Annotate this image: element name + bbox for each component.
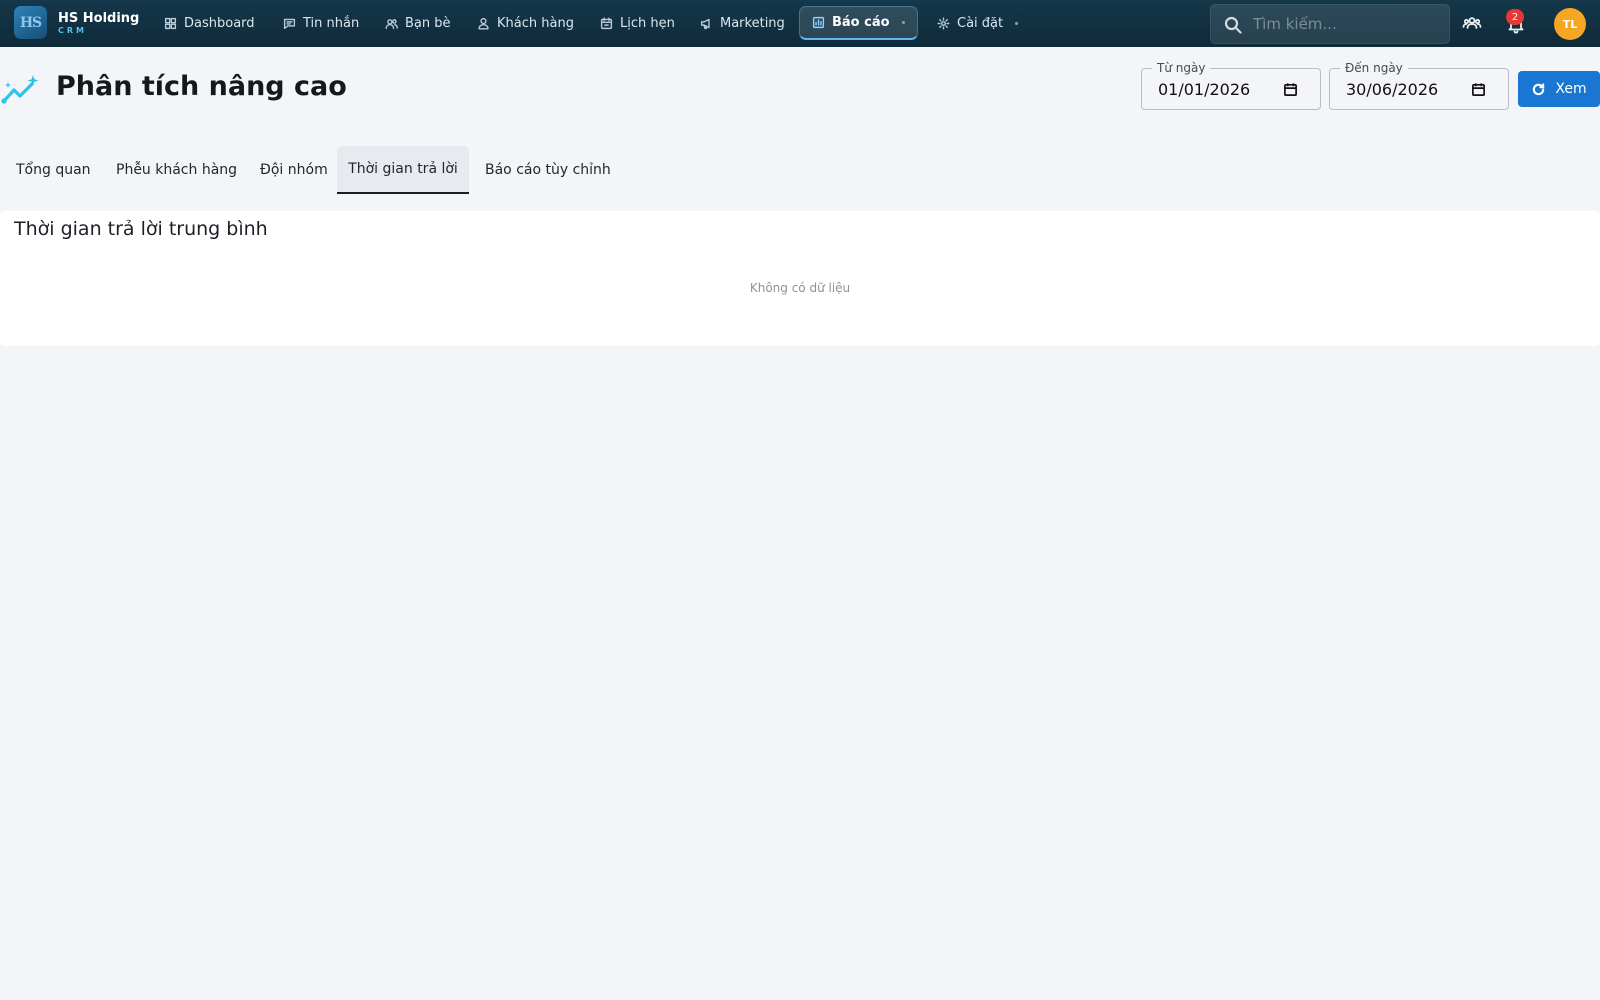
from-date-field[interactable]: Từ ngày 01/01/2026 bbox=[1141, 61, 1321, 110]
friends-icon bbox=[385, 18, 398, 29]
nav-item-label: Cài đặt bbox=[957, 15, 1004, 31]
calendar-picker-icon[interactable] bbox=[1471, 82, 1486, 97]
person-icon bbox=[478, 17, 489, 29]
nav-item-friends[interactable]: Bạn bè bbox=[385, 6, 451, 40]
tab-overview[interactable]: Tổng quan bbox=[0, 146, 107, 194]
brand-logo[interactable]: HS bbox=[14, 6, 47, 39]
dropdown-dot-icon bbox=[901, 21, 905, 24]
empty-state-text: Không có dữ liệu bbox=[749, 281, 851, 295]
calendar-picker-icon[interactable] bbox=[1283, 82, 1298, 97]
nav-item-settings[interactable]: Cài đặt bbox=[937, 6, 1019, 40]
refresh-icon bbox=[1533, 82, 1545, 95]
gear-icon bbox=[937, 17, 950, 29]
card-title: Thời gian trả lời trung bình bbox=[14, 218, 268, 240]
nav-item-messages[interactable]: Tin nhắn bbox=[283, 6, 359, 40]
to-date-label: Đến ngày bbox=[1340, 61, 1408, 75]
analytics-sparkle-icon bbox=[1, 75, 39, 104]
calendar-icon bbox=[600, 17, 613, 29]
from-date-label: Từ ngày bbox=[1152, 61, 1211, 75]
message-icon bbox=[283, 18, 296, 29]
team-button[interactable] bbox=[1458, 9, 1486, 37]
top-navbar: HS HS Holding CRM Dashboard Tin nhắn Bạn… bbox=[0, 0, 1600, 47]
search-icon bbox=[1224, 16, 1242, 34]
page-title: Phân tích nâng cao bbox=[56, 71, 347, 102]
team-icon bbox=[1462, 17, 1482, 29]
nav-item-label: Báo cáo bbox=[832, 15, 890, 30]
notification-badge: 2 bbox=[1506, 9, 1524, 25]
brand-logo-text: HS bbox=[19, 14, 42, 31]
nav-item-reports[interactable]: Báo cáo bbox=[799, 6, 918, 40]
search-box bbox=[1210, 4, 1450, 44]
nav-item-label: Tin nhắn bbox=[303, 15, 360, 31]
to-date-field[interactable]: Đến ngày 30/06/2026 bbox=[1329, 61, 1509, 110]
tab-response-time[interactable]: Thời gian trả lời bbox=[337, 146, 469, 194]
nav-item-dashboard[interactable]: Dashboard bbox=[164, 6, 255, 40]
nav-item-label: Lịch hẹn bbox=[620, 15, 675, 31]
view-button[interactable]: Xem bbox=[1518, 71, 1600, 107]
search-input[interactable] bbox=[1253, 5, 1443, 43]
tab-custom-report[interactable]: Báo cáo tùy chỉnh bbox=[469, 146, 627, 194]
view-button-label: Xem bbox=[1555, 81, 1587, 97]
report-icon bbox=[812, 16, 825, 29]
brand-subtitle: CRM bbox=[58, 26, 87, 35]
megaphone-icon bbox=[700, 18, 710, 29]
tab-teams[interactable]: Đội nhóm bbox=[244, 146, 344, 194]
nav-item-label: Khách hàng bbox=[497, 15, 574, 31]
nav-item-label: Bạn bè bbox=[405, 15, 451, 31]
to-date-value: 30/06/2026 bbox=[1346, 80, 1439, 99]
nav-item-marketing[interactable]: Marketing bbox=[700, 6, 785, 40]
brand-name: HS Holding bbox=[58, 11, 140, 26]
nav-item-customers[interactable]: Khách hàng bbox=[477, 6, 574, 40]
nav-item-appointments[interactable]: Lịch hẹn bbox=[600, 6, 675, 40]
nav-item-label: Marketing bbox=[720, 15, 785, 31]
user-avatar[interactable]: TL bbox=[1554, 8, 1586, 40]
from-date-value: 01/01/2026 bbox=[1158, 80, 1251, 99]
tab-customer-funnel[interactable]: Phễu khách hàng bbox=[100, 146, 253, 194]
dashboard-icon bbox=[164, 17, 177, 29]
nav-item-label: Dashboard bbox=[184, 15, 255, 31]
dropdown-dot-icon bbox=[1015, 21, 1019, 25]
